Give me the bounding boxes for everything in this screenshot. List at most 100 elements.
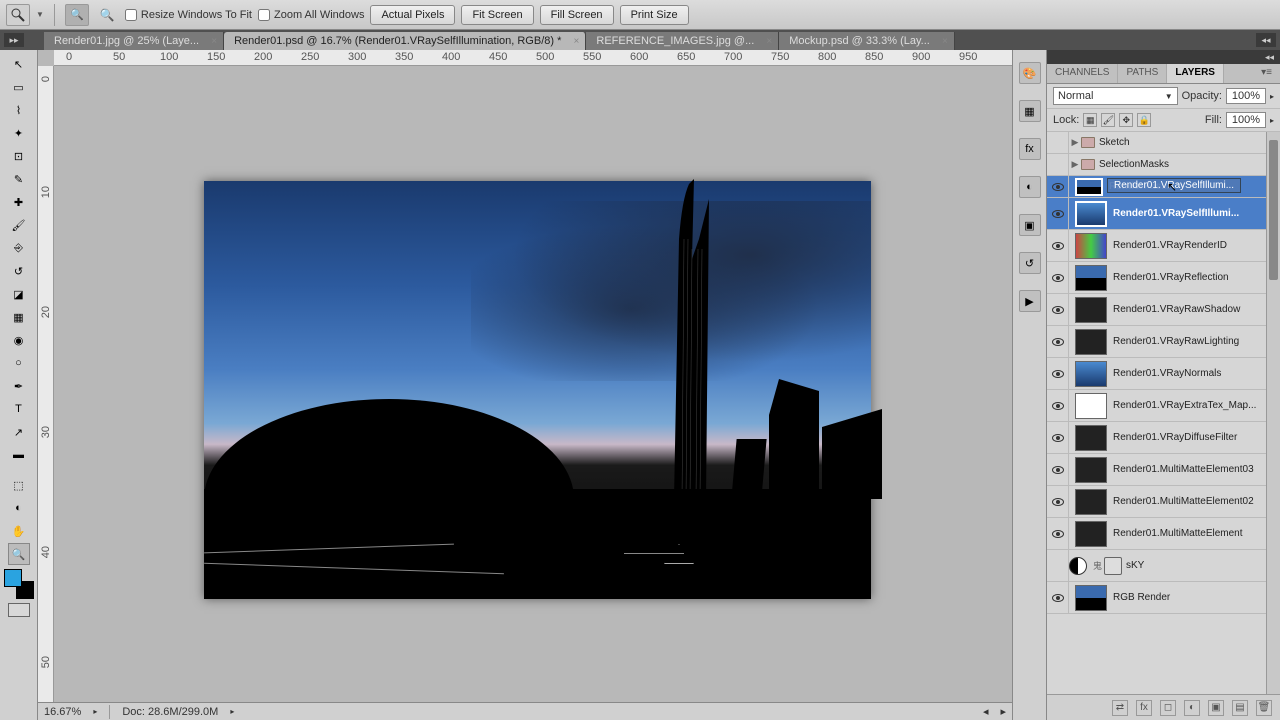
layer-mask-icon[interactable]: ◻ — [1160, 700, 1176, 716]
foreground-color[interactable] — [4, 569, 22, 587]
lasso-tool[interactable]: ⌇ — [8, 99, 30, 121]
zoom-in-icon[interactable]: 🔍 — [65, 4, 89, 26]
crop-tool[interactable]: ⊡ — [8, 145, 30, 167]
layer-name[interactable]: Render01.VRaySelfIllumi... — [1113, 208, 1280, 219]
visibility-toggle[interactable] — [1047, 422, 1069, 453]
layer-row[interactable]: Render01.MultiMatteElement — [1047, 518, 1280, 550]
layer-row[interactable]: ⻤sKY — [1047, 550, 1280, 582]
hand-tool[interactable]: ✋ — [8, 520, 30, 542]
link-layers-icon[interactable]: ⇄ — [1112, 700, 1128, 716]
actions-panel-icon[interactable]: ▶ — [1019, 290, 1041, 312]
zoom-tool-icon[interactable] — [6, 4, 30, 26]
layers-list[interactable]: ▶Sketch▶SelectionMasksRenderPas...Render… — [1047, 132, 1280, 694]
visibility-toggle[interactable] — [1047, 294, 1069, 325]
layer-name[interactable]: Render01.MultiMatteElement — [1113, 528, 1280, 539]
panel-collapse-icon[interactable]: ◂◂ — [1047, 50, 1280, 64]
dropdown-arrow-icon[interactable]: ▼ — [36, 10, 44, 19]
layer-row[interactable]: Render01.VRaySelfIllumi... — [1047, 198, 1280, 230]
visibility-toggle[interactable] — [1047, 262, 1069, 293]
canvas-viewport[interactable] — [54, 66, 1012, 702]
doc-menu-icon[interactable]: ▸ — [230, 707, 234, 716]
print-size-button[interactable]: Print Size — [620, 5, 689, 25]
layer-thumbnail[interactable] — [1075, 425, 1107, 451]
layer-row[interactable]: Render01.MultiMatteElement02 — [1047, 486, 1280, 518]
visibility-toggle[interactable] — [1047, 154, 1069, 175]
opacity-flyout-icon[interactable]: ▸ — [1270, 92, 1274, 101]
layer-row[interactable]: Render01.VRayRawLighting — [1047, 326, 1280, 358]
layer-thumbnail[interactable] — [1075, 393, 1107, 419]
visibility-toggle[interactable] — [1047, 132, 1069, 153]
layer-thumbnail[interactable] — [1075, 233, 1107, 259]
layer-row[interactable]: Render01.MultiMatteElement03 — [1047, 454, 1280, 486]
stamp-tool[interactable]: ⎆ — [8, 237, 30, 259]
scrollbar[interactable] — [1266, 132, 1280, 694]
close-icon[interactable]: × — [211, 36, 217, 47]
blur-tool[interactable]: ◉ — [8, 329, 30, 351]
layer-thumbnail[interactable] — [1075, 489, 1107, 515]
layer-thumbnail[interactable] — [1075, 265, 1107, 291]
layer-name[interactable]: Render01.VRayNormals — [1113, 368, 1280, 379]
panel-menu-icon[interactable]: ▾≡ — [1253, 64, 1280, 83]
layer-name[interactable]: Render01.VRayDiffuseFilter — [1113, 432, 1280, 443]
layer-thumbnail[interactable] — [1075, 521, 1107, 547]
visibility-toggle[interactable] — [1047, 454, 1069, 485]
tab-channels[interactable]: CHANNELS — [1047, 64, 1118, 83]
visibility-toggle[interactable] — [1047, 550, 1069, 581]
fit-screen-button[interactable]: Fit Screen — [461, 5, 533, 25]
scroll-right-icon[interactable]: ▸ — [1000, 705, 1006, 718]
masks-panel-icon[interactable]: ▣ — [1019, 214, 1041, 236]
close-icon[interactable]: × — [574, 36, 580, 47]
doc-tab-2[interactable]: REFERENCE_IMAGES.jpg @...× — [586, 32, 779, 50]
history-panel-icon[interactable]: ↺ — [1019, 252, 1041, 274]
layer-row[interactable]: Render01.VRayReflection — [1047, 262, 1280, 294]
layer-name[interactable]: Render01.VRayExtraTex_Map... — [1113, 400, 1280, 411]
fill-screen-button[interactable]: Fill Screen — [540, 5, 614, 25]
layer-fx-icon[interactable]: fx — [1136, 700, 1152, 716]
layer-thumbnail[interactable] — [1075, 297, 1107, 323]
lock-transparency-icon[interactable]: ▦ — [1083, 113, 1097, 127]
wand-tool[interactable]: ✦ — [8, 122, 30, 144]
layer-name[interactable]: Render01.VRayReflection — [1113, 272, 1280, 283]
layer-name[interactable]: Sketch — [1099, 137, 1280, 148]
zoom-all-checkbox[interactable]: Zoom All Windows — [258, 9, 364, 21]
layer-row[interactable]: Render01.VRayRawShadow — [1047, 294, 1280, 326]
visibility-toggle[interactable] — [1047, 198, 1069, 229]
layer-name[interactable]: SelectionMasks — [1099, 159, 1280, 170]
shape-tool[interactable]: ▬ — [8, 444, 30, 466]
brush-tool[interactable]: 🖌 — [8, 214, 30, 236]
tab-expand-left-icon[interactable]: ▸▸ — [4, 33, 24, 47]
doc-tab-1[interactable]: Render01.psd @ 16.7% (Render01.VRaySelfI… — [224, 32, 586, 50]
tab-paths[interactable]: PATHS — [1118, 64, 1167, 83]
close-icon[interactable]: × — [766, 36, 772, 47]
scroll-left-icon[interactable]: ◂ — [983, 705, 989, 718]
history-brush-tool[interactable]: ↺ — [8, 260, 30, 282]
type-tool[interactable]: T — [8, 398, 30, 420]
ruler-horizontal[interactable]: 0501001502002503003504004505005506006507… — [54, 50, 1012, 66]
eraser-tool[interactable]: ◪ — [8, 283, 30, 305]
layer-row[interactable]: ▶SelectionMasks — [1047, 154, 1280, 176]
layer-row[interactable]: RenderPas...Render01.VRaySelfIllumi...↖ — [1047, 176, 1280, 198]
layer-name[interactable]: Render01.MultiMatteElement02 — [1113, 496, 1280, 507]
layer-thumbnail[interactable] — [1075, 201, 1107, 227]
eyedropper-tool[interactable]: ✎ — [8, 168, 30, 190]
color-panel-icon[interactable]: 🎨 — [1019, 62, 1041, 84]
layer-mask-thumbnail[interactable] — [1104, 557, 1122, 575]
actual-pixels-button[interactable]: Actual Pixels — [370, 5, 455, 25]
visibility-toggle[interactable] — [1047, 582, 1069, 613]
gradient-tool[interactable]: ▦ — [8, 306, 30, 328]
layer-thumbnail[interactable] — [1075, 329, 1107, 355]
dodge-tool[interactable]: ○ — [8, 352, 30, 374]
lock-pixels-icon[interactable]: 🖌 — [1101, 113, 1115, 127]
fill-flyout-icon[interactable]: ▸ — [1270, 116, 1274, 125]
layer-thumbnail[interactable] — [1075, 585, 1107, 611]
opacity-input[interactable]: 100% — [1226, 88, 1266, 104]
zoom-menu-icon[interactable]: ▸ — [93, 707, 97, 716]
layer-name[interactable]: Render01.VRayRawShadow — [1113, 304, 1280, 315]
pen-tool[interactable]: ✒ — [8, 375, 30, 397]
layer-row[interactable]: RGB Render — [1047, 582, 1280, 614]
layer-row[interactable]: Render01.VRayRenderID — [1047, 230, 1280, 262]
layer-thumbnail[interactable] — [1075, 178, 1103, 196]
delete-layer-icon[interactable]: 🗑 — [1256, 700, 1272, 716]
visibility-toggle[interactable] — [1047, 390, 1069, 421]
layer-name[interactable]: RGB Render — [1113, 592, 1280, 603]
